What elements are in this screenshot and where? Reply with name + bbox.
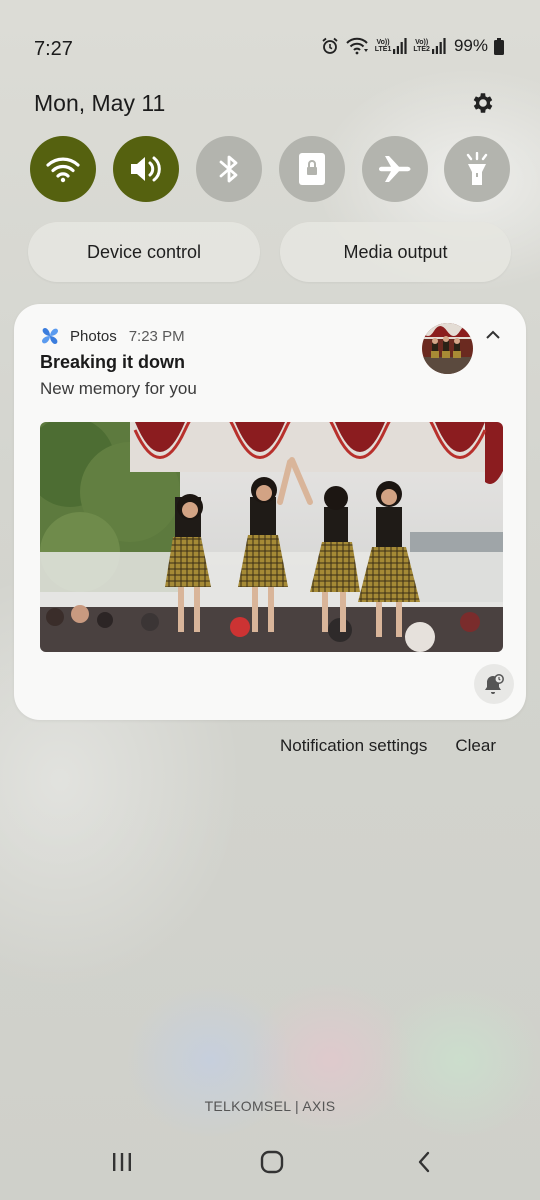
airplane-toggle[interactable] (362, 136, 428, 202)
gear-icon (473, 93, 493, 113)
quick-settings-row (30, 136, 510, 202)
snooze-bell-icon (485, 674, 504, 694)
settings-button[interactable] (466, 86, 500, 120)
flashlight-icon (466, 152, 488, 185)
date-label: Mon, May 11 (34, 90, 166, 116)
snooze-button[interactable] (474, 664, 514, 704)
status-icons: Vo)) LTE1 Vo)) LTE2 99% (321, 36, 504, 56)
media-output-button[interactable]: Media output (280, 222, 511, 282)
notification-settings-link[interactable]: Notification settings (280, 736, 427, 756)
carrier-label: TELKOMSEL | AXIS (204, 1098, 336, 1114)
home-icon (260, 1150, 284, 1174)
sim2-signal-icon: Vo)) LTE2 (413, 38, 446, 54)
notification-text: New memory for you (40, 379, 197, 398)
notification-time: 7:23 PM (128, 327, 185, 345)
device-control-button[interactable]: Device control (28, 222, 260, 282)
recents-button[interactable] (102, 1144, 142, 1180)
back-icon (418, 1151, 430, 1173)
alarm-icon (321, 37, 339, 55)
notification-image[interactable] (40, 422, 503, 652)
sound-toggle[interactable] (113, 136, 179, 202)
status-clock: 7:27 (34, 38, 73, 60)
notification-title: Breaking it down (40, 352, 186, 372)
bluetooth-toggle[interactable] (196, 136, 262, 202)
flashlight-toggle[interactable] (444, 136, 510, 202)
notification-header: Photos 7:23 PM (40, 326, 185, 346)
clear-all-button[interactable]: Clear (455, 736, 496, 756)
photos-app-icon (42, 328, 58, 344)
volume-icon (131, 156, 161, 182)
home-button[interactable] (252, 1144, 292, 1180)
status-bar: 7:27 Vo)) LTE1 Vo)) LTE2 99% (0, 0, 540, 100)
wifi-status-icon (345, 37, 369, 55)
notification-app-name: Photos (70, 327, 117, 345)
notification-thumbnail (422, 323, 473, 374)
navigation-bar (0, 1130, 540, 1200)
recents-icon (113, 1153, 131, 1171)
battery-icon (494, 37, 504, 55)
lock-rotation-icon (299, 153, 325, 185)
collapse-button[interactable] (480, 324, 506, 346)
battery-percent: 99% (453, 36, 488, 55)
wifi-toggle[interactable] (30, 136, 96, 202)
notification-card[interactable]: Photos 7:23 PM Breaking it down New memo… (14, 304, 526, 720)
back-button[interactable] (404, 1144, 444, 1180)
chevron-up-icon (486, 330, 500, 339)
wifi-icon (46, 157, 80, 183)
sim1-signal-icon: Vo)) LTE1 (375, 38, 408, 54)
airplane-icon (379, 156, 411, 182)
screen-lock-toggle[interactable] (279, 136, 345, 202)
bluetooth-icon (219, 155, 238, 183)
notification-actions: Notification settings Clear (280, 736, 496, 756)
